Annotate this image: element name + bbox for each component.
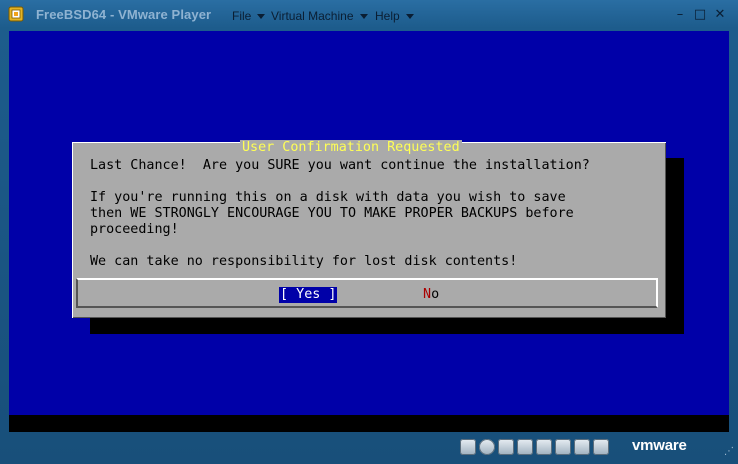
chevron-down-icon: [359, 13, 368, 19]
guest-screen[interactable]: User Confirmation Requested Last Chance!…: [9, 31, 729, 432]
dialog-line: then WE STRONGLY ENCOURAGE YOU TO MAKE P…: [90, 206, 574, 221]
window-title: FreeBSD64 - VMware Player: [36, 7, 212, 22]
vmware-logo: vmware: [632, 437, 687, 454]
menu-file[interactable]: File: [232, 7, 266, 25]
chevron-down-icon: [257, 13, 266, 19]
minimize-button[interactable]: –: [671, 6, 689, 24]
menu-virtual-machine-label: Virtual Machine: [271, 9, 354, 23]
dialog-title: User Confirmation Requested: [240, 140, 462, 156]
network-icon[interactable]: [460, 439, 476, 455]
dialog-button-area: [ Yes ] No: [76, 278, 658, 308]
menu-file-label: File: [232, 9, 252, 23]
close-button[interactable]: ✕: [711, 6, 729, 24]
no-button-hotkey: N: [423, 287, 432, 302]
confirmation-dialog: User Confirmation Requested Last Chance!…: [72, 140, 666, 318]
dialog-line: We can take no responsibility for lost d…: [90, 254, 518, 269]
yes-button-label: es: [304, 287, 321, 302]
menu-virtual-machine[interactable]: Virtual Machine: [271, 7, 368, 25]
yes-button[interactable]: [ Yes ]: [279, 287, 338, 303]
no-button-label: o: [431, 287, 440, 302]
dialog-line: If you're running this on a disk with da…: [90, 190, 566, 205]
vmware-app-icon: [8, 6, 24, 22]
message-icon[interactable]: [593, 439, 609, 455]
sound-icon[interactable]: [536, 439, 552, 455]
cd-icon[interactable]: [479, 439, 495, 455]
menu-help-label: Help: [375, 9, 400, 23]
dialog-line: Last Chance! Are you SURE you want conti…: [90, 158, 590, 173]
menu-help[interactable]: Help: [375, 7, 414, 25]
screen-icon[interactable]: [574, 439, 590, 455]
dialog-line: proceeding!: [90, 222, 179, 237]
yes-button-open: [: [280, 287, 297, 302]
chevron-down-icon: [405, 13, 414, 19]
status-bar: vmware ⋰: [0, 432, 738, 464]
yes-button-close: ]: [320, 287, 337, 302]
title-bar[interactable]: FreeBSD64 - VMware Player File Virtual M…: [0, 0, 738, 30]
usb-icon[interactable]: [517, 439, 533, 455]
resize-grip-icon[interactable]: ⋰: [724, 446, 734, 457]
floppy-icon[interactable]: [498, 439, 514, 455]
printer-icon[interactable]: [555, 439, 571, 455]
maximize-button[interactable]: □: [691, 6, 709, 24]
yes-button-hotkey: Y: [296, 287, 305, 302]
no-button[interactable]: No: [423, 287, 439, 303]
